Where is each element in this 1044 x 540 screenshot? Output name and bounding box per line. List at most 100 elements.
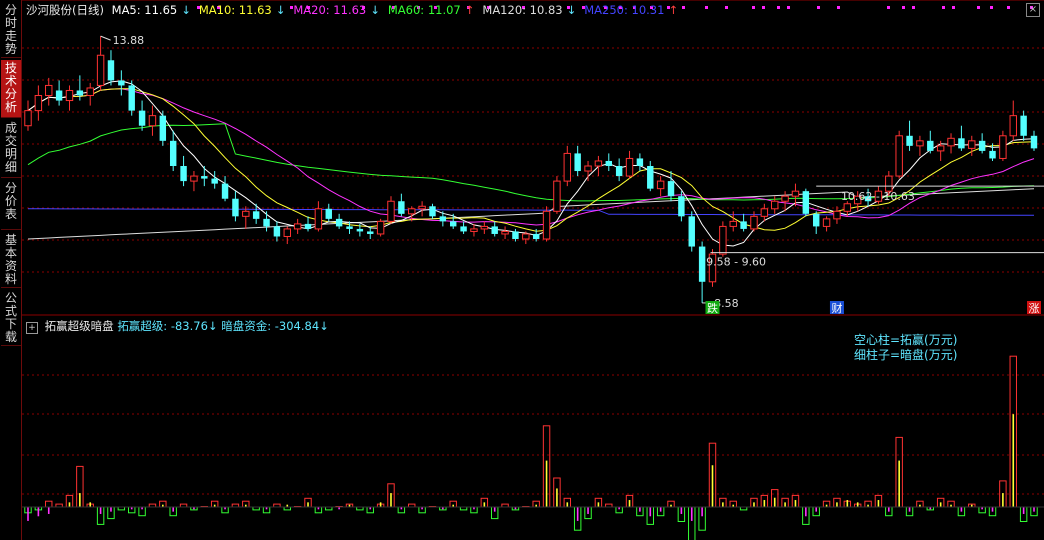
top-marker xyxy=(942,6,945,9)
indicator-thin-bar xyxy=(815,507,818,512)
high-pointer xyxy=(100,35,111,41)
top-marker xyxy=(725,6,728,9)
candle-body-up xyxy=(1009,115,1017,137)
chart-area[interactable]: 13.88 8.58 9.58 - 9.60 10.62 - 10.63 跌财涨 沙河股… xyxy=(22,0,1044,540)
candle-body-down xyxy=(574,153,581,172)
candle-body-up xyxy=(45,84,53,97)
indicator-thin-bar xyxy=(99,507,102,514)
indicator-thin-bar xyxy=(908,507,911,512)
stock-title: 沙河股份(日线) xyxy=(26,3,104,17)
candle-body-down xyxy=(367,231,374,234)
candle-body-down xyxy=(605,160,612,166)
candle-body-up xyxy=(34,95,43,112)
close-icon[interactable]: × xyxy=(1026,3,1040,17)
ma-label-3: MA60: 11.07 ↑ xyxy=(387,3,475,17)
candle-body-down xyxy=(978,140,986,151)
indicator-thin-bar xyxy=(79,493,81,507)
candle-body-down xyxy=(128,85,135,111)
candle-body-up xyxy=(190,175,198,182)
top-marker xyxy=(817,6,820,9)
candle-body-down xyxy=(688,216,695,247)
candle-body-down xyxy=(356,228,364,232)
indicator-thin-bar xyxy=(628,500,631,507)
candle-body-up xyxy=(65,89,74,102)
candle-body-down xyxy=(812,213,820,227)
indicator-thin-bar xyxy=(784,502,786,507)
indicator-thin-bar xyxy=(888,507,890,512)
candle-body-up xyxy=(408,208,416,215)
top-marker xyxy=(887,6,890,9)
candle-body-down xyxy=(1020,115,1027,136)
indicator-thin-bar xyxy=(690,507,693,521)
candle-body-up xyxy=(822,218,831,227)
candle-body-up xyxy=(470,228,478,232)
kline-chart[interactable]: 13.888.589.58 - 9.6010.62 - 10.63跌财涨 xyxy=(22,0,1044,540)
candle-body-down xyxy=(450,221,457,227)
candle-body-up xyxy=(293,223,302,230)
ma-label-5: MA250: 10.31 ↑ xyxy=(584,3,679,17)
candle-body-down xyxy=(989,150,996,159)
indicator-thin-bar xyxy=(763,500,766,507)
candle-body-up xyxy=(656,180,665,190)
candle-body-up xyxy=(771,200,779,210)
candle-body-down xyxy=(211,178,218,184)
indicator-thin-bar xyxy=(68,502,71,507)
ma-label-4: MA120: 10.83 ↓ xyxy=(482,3,577,17)
indicator-expand-icon[interactable]: + xyxy=(26,322,38,334)
indicator-thin-bar xyxy=(722,502,724,507)
candle-body-up xyxy=(968,140,976,149)
sidebar-tab-2[interactable]: 成交明细 xyxy=(1,120,21,178)
indicator-thin-bar xyxy=(483,502,486,507)
indicator-thin-bar xyxy=(836,502,838,507)
candle-body-up xyxy=(916,140,924,147)
candle-body-up xyxy=(542,210,551,240)
high-label: 13.88 xyxy=(113,34,144,47)
candle-body-up xyxy=(895,135,903,177)
candle-body-up xyxy=(594,160,603,167)
candle-body-up xyxy=(625,157,634,177)
sidebar-tab-4[interactable]: 基本资料 xyxy=(1,232,21,288)
sidebar-tab-5[interactable]: 公式下载 xyxy=(1,290,21,346)
indicator-thin-bar xyxy=(307,502,309,507)
candle-body-up xyxy=(242,210,250,217)
candle-body-down xyxy=(252,211,260,219)
indicator-thin-bar xyxy=(960,507,963,512)
candle-body-down xyxy=(667,181,675,197)
candle-body-up xyxy=(314,208,323,230)
candle-body-down xyxy=(118,80,125,86)
sidebar-tab-3[interactable]: 分价表 xyxy=(1,180,21,230)
candle-body-up xyxy=(553,180,561,212)
candle-body-down xyxy=(335,218,343,227)
indicator-thin-bar xyxy=(47,507,50,514)
indicator-thin-bar xyxy=(576,507,579,521)
ma-label-1: MA10: 11.63 ↓ xyxy=(198,3,286,17)
candle-body-up xyxy=(584,165,592,172)
indicator-thin-bar xyxy=(597,502,600,507)
top-marker xyxy=(777,6,780,9)
ma-label-2: MA20: 11.63 ↓ xyxy=(293,3,380,17)
sidebar-tab-0[interactable]: 分时走势 xyxy=(1,2,21,58)
top-marker xyxy=(752,6,755,9)
candle-body-up xyxy=(148,115,157,127)
ma-label-0: MA5: 11.65 ↓ xyxy=(111,3,191,17)
candle-body-up xyxy=(719,225,727,255)
ma-labels: MA5: 11.65 ↓ MA10: 11.63 ↓ MA20: 11.63 ↓ MA60:… xyxy=(112,3,686,17)
candle-body-up xyxy=(563,152,572,182)
candle-body-down xyxy=(460,226,467,232)
candle-body-up xyxy=(833,210,841,220)
indicator-thin-bar xyxy=(680,507,683,514)
indicator-value2: 暗盘资金: -304.84↓ xyxy=(221,319,329,333)
top-marker xyxy=(762,6,765,9)
candle-body-up xyxy=(501,230,509,235)
indicator-thin-bar xyxy=(877,500,880,507)
candle-body-down xyxy=(201,176,208,179)
sidebar-tab-1[interactable]: 技术分析 xyxy=(1,60,21,118)
indicator-thin-bar xyxy=(172,507,174,512)
indicator-legend: 空心柱=拓赢(万元) 细柱子=暗盘(万元) xyxy=(854,333,957,363)
indicator-thin-bar xyxy=(846,500,849,507)
indicator-thin-bar xyxy=(753,502,755,507)
candle-body-down xyxy=(325,208,332,219)
candle-body-down xyxy=(232,198,239,217)
indicator-thin-bar xyxy=(1012,414,1015,507)
top-marker xyxy=(990,6,993,9)
